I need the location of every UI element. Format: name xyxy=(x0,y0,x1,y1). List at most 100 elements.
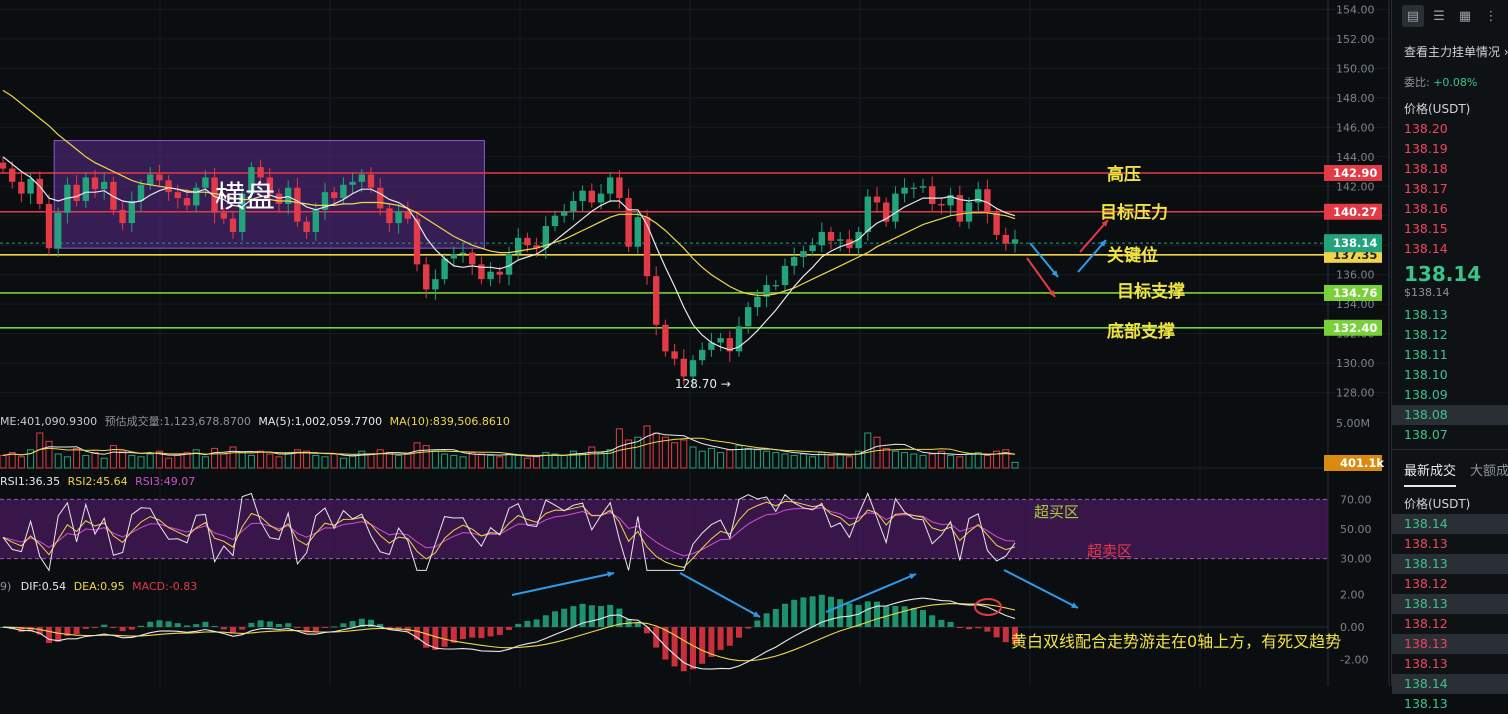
candle-body xyxy=(496,271,503,275)
macd-histogram-bar xyxy=(561,608,568,627)
ask-row[interactable]: 138.18 xyxy=(1392,159,1508,179)
macd-histogram-bar xyxy=(653,627,660,648)
ask-row[interactable]: 138.15 xyxy=(1392,219,1508,239)
volume-bar xyxy=(901,452,909,469)
macd-up-arrow-1 xyxy=(511,572,615,596)
macd-histogram-bar xyxy=(782,603,788,627)
trade-row[interactable]: 138.12 xyxy=(1392,614,1508,634)
trade-row[interactable]: 138.13 xyxy=(1392,694,1508,714)
candle-body xyxy=(18,181,25,194)
macd-tick-label: 0.00 xyxy=(1340,621,1365,634)
level-tag-label: 132.40 xyxy=(1333,321,1377,335)
volume-bar xyxy=(956,456,964,469)
ask-row[interactable]: 138.16 xyxy=(1392,199,1508,219)
volume-predicted: 预估成交量:1,123,678.8700 xyxy=(104,415,251,428)
macd-histogram-bar xyxy=(193,624,200,627)
macd-histogram-bar xyxy=(156,620,163,627)
table-icon[interactable]: ▦ xyxy=(1454,5,1476,27)
bid-row[interactable]: 138.09 xyxy=(1392,385,1508,405)
candle-body xyxy=(340,184,347,199)
chart-canvas[interactable]: 154.00 152.00 150.00 148.00 146.00 144.00 142.… xyxy=(0,0,1390,686)
candle-body xyxy=(303,221,310,232)
macd-histogram-bar xyxy=(340,623,347,627)
macd-histogram-bar xyxy=(248,622,255,627)
bid-row[interactable]: 138.08 xyxy=(1392,405,1508,425)
candle-body xyxy=(137,184,145,201)
level-tag-label: 140.27 xyxy=(1333,205,1377,219)
list-icon[interactable]: ☰ xyxy=(1428,5,1450,27)
macd-histogram-bar xyxy=(699,627,706,664)
tab-large-trades[interactable]: 大额成 xyxy=(1470,460,1508,487)
volume-bar xyxy=(441,453,449,469)
ask-row[interactable]: 138.14 xyxy=(1392,239,1508,259)
candle-body xyxy=(607,177,614,194)
trade-row[interactable]: 138.14 xyxy=(1392,514,1508,534)
candle-body xyxy=(938,203,945,206)
macd-histogram-bar xyxy=(55,627,62,642)
candle-body xyxy=(634,217,641,247)
candle-body xyxy=(193,187,200,206)
bid-row[interactable]: 138.11 xyxy=(1392,345,1508,365)
candle-body xyxy=(349,181,356,185)
macd-histogram-bar xyxy=(239,627,246,630)
price-tick-label: 154.00 xyxy=(1336,3,1375,16)
candle-body xyxy=(174,192,181,199)
trade-row[interactable]: 138.14 xyxy=(1392,674,1508,694)
trade-row[interactable]: 138.13 xyxy=(1392,554,1508,574)
macd-histogram-bar xyxy=(892,606,899,627)
volume-bar xyxy=(919,454,927,469)
volume-bar xyxy=(339,457,347,469)
bid-row[interactable]: 138.13 xyxy=(1392,305,1508,325)
chart-area[interactable]: 154.00 152.00 150.00 148.00 146.00 144.00 142.… xyxy=(0,0,1390,686)
ratio-value: +0.08% xyxy=(1433,76,1478,89)
grid-icon[interactable]: ⋮ xyxy=(1480,5,1502,27)
price-tick-label: 150.00 xyxy=(1336,62,1375,75)
macd-histogram-bar xyxy=(312,627,319,632)
macd-histogram-bar xyxy=(671,627,678,667)
bid-row[interactable]: 138.10 xyxy=(1392,365,1508,385)
ask-row[interactable]: 138.19 xyxy=(1392,139,1508,159)
bid-row[interactable]: 138.07 xyxy=(1392,425,1508,445)
candle-body xyxy=(432,279,439,290)
candle-body xyxy=(45,203,53,249)
volume-bar xyxy=(680,439,688,469)
trade-row[interactable]: 138.13 xyxy=(1392,654,1508,674)
trade-row[interactable]: 138.12 xyxy=(1392,574,1508,594)
trade-row[interactable]: 138.13 xyxy=(1392,594,1508,614)
macd-histogram-bar xyxy=(570,606,577,627)
macd-histogram-bar xyxy=(110,627,117,628)
macd-histogram-bar xyxy=(331,626,338,628)
macd-histogram-bar xyxy=(598,605,604,627)
macd-histogram-bar xyxy=(322,627,328,628)
macd-histogram-bar xyxy=(515,623,522,627)
volume-bar xyxy=(376,449,384,469)
ask-row[interactable]: 138.20 xyxy=(1392,119,1508,139)
macd-histogram-bar xyxy=(211,625,218,627)
volume-bar xyxy=(174,454,182,469)
volume-bar xyxy=(395,454,403,469)
macd-histogram-bar xyxy=(956,627,963,629)
macd-histogram-bar xyxy=(552,611,558,627)
macd-histogram-bar xyxy=(966,627,972,630)
candle-body xyxy=(386,208,393,224)
macd-histogram-bar xyxy=(708,627,715,657)
trade-row[interactable]: 138.13 xyxy=(1392,634,1508,654)
macd-histogram-bar xyxy=(349,621,356,627)
candle-body xyxy=(294,187,301,222)
ask-row[interactable]: 138.17 xyxy=(1392,179,1508,199)
macd-histogram-bar xyxy=(929,615,936,627)
volume-ma10-line xyxy=(2,437,1016,457)
tab-latest-trades[interactable]: 最新成交 xyxy=(1404,460,1456,487)
bottom-support-label: 底部支撑 xyxy=(1107,322,1175,342)
chart-icon[interactable]: ▤ xyxy=(1402,5,1424,27)
bid-row[interactable]: 138.12 xyxy=(1392,325,1508,345)
macd-tick-label: -2.00 xyxy=(1340,654,1368,667)
order-book-link[interactable]: 查看主力挂单情况 › xyxy=(1392,43,1508,60)
key-level-label: 关键位 xyxy=(1107,246,1158,266)
candle-body xyxy=(156,174,163,181)
volume-bar xyxy=(560,454,568,469)
trade-row[interactable]: 138.13 xyxy=(1392,534,1508,554)
candle-body xyxy=(561,211,568,216)
macd-histogram-bar xyxy=(763,613,770,627)
macd-histogram-bar xyxy=(901,606,908,627)
